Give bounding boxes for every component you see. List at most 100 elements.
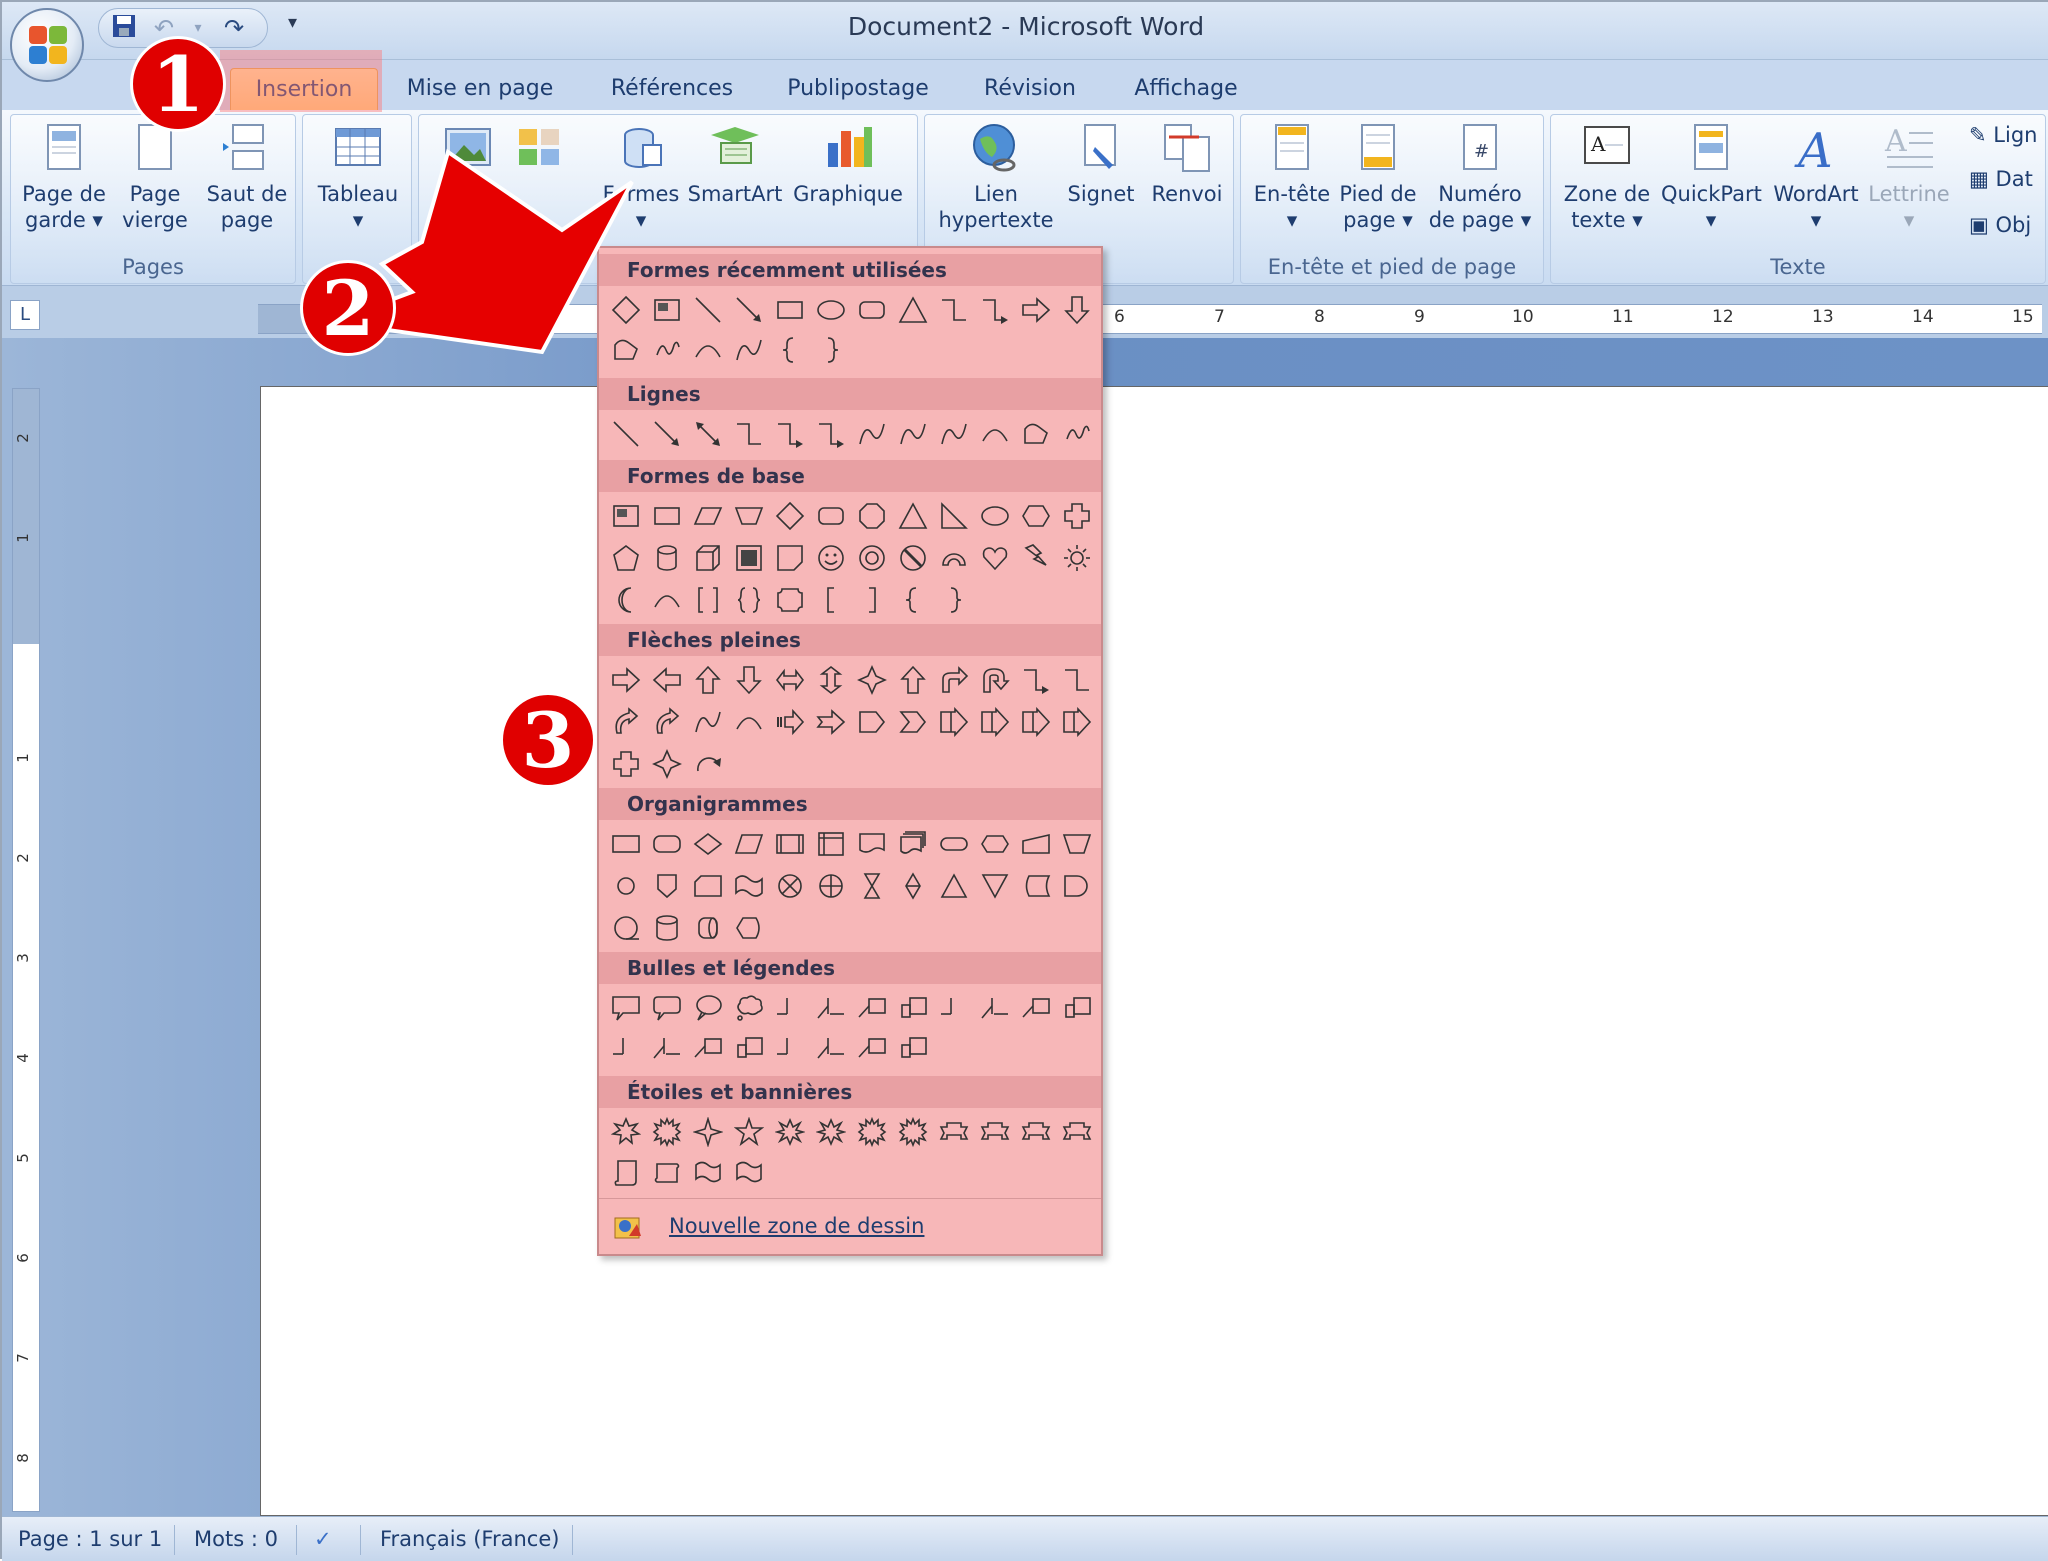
shape-fcstored-icon[interactable] bbox=[1015, 866, 1056, 906]
shape-star4-icon[interactable] bbox=[687, 1112, 728, 1152]
shape-seal16-icon[interactable] bbox=[646, 1112, 687, 1152]
clipart-button[interactable] bbox=[513, 121, 561, 181]
zone-de-texte-button[interactable]: A Zone de texte ▾ bbox=[1559, 121, 1655, 233]
shape-ribbon-icon[interactable] bbox=[1056, 1112, 1097, 1152]
shape-arc-icon[interactable] bbox=[646, 580, 687, 620]
shape-rrect-icon[interactable] bbox=[851, 290, 892, 330]
shape-callLine-icon[interactable] bbox=[933, 988, 974, 1028]
shape-darrow-icon[interactable] bbox=[728, 660, 769, 700]
tab-selector-icon[interactable]: L bbox=[10, 300, 40, 330]
shape-darrow-icon[interactable] bbox=[1056, 290, 1097, 330]
shape-elbow-icon[interactable] bbox=[933, 290, 974, 330]
tableau-button[interactable]: Tableau ▾ bbox=[311, 121, 405, 233]
shape-lbrace-icon[interactable] bbox=[769, 330, 810, 370]
shape-seal16-icon[interactable] bbox=[892, 1112, 933, 1152]
shape-callBorder-icon[interactable] bbox=[892, 1028, 933, 1068]
shape-calloutR-icon[interactable] bbox=[1015, 702, 1056, 742]
shape-circarrow-icon[interactable] bbox=[687, 744, 728, 784]
shape-oval-icon[interactable] bbox=[810, 290, 851, 330]
shape-rect-icon[interactable] bbox=[769, 290, 810, 330]
shape-fcdisplay-icon[interactable] bbox=[728, 908, 769, 948]
shape-homeplate-icon[interactable] bbox=[851, 702, 892, 742]
shape-dblarrow-icon[interactable] bbox=[687, 414, 728, 454]
shape-fcdoc-icon[interactable] bbox=[851, 824, 892, 864]
shape-hexagon-icon[interactable] bbox=[1015, 496, 1056, 536]
shape-fcmanop-icon[interactable] bbox=[1056, 824, 1097, 864]
shape-callBorder-icon[interactable] bbox=[1056, 988, 1097, 1028]
shape-chevron-icon[interactable] bbox=[892, 702, 933, 742]
save-icon[interactable] bbox=[109, 13, 139, 43]
entete-button[interactable]: En-tête ▾ bbox=[1249, 121, 1335, 233]
shape-fcor-icon[interactable] bbox=[810, 866, 851, 906]
shape-blockarc-icon[interactable] bbox=[933, 538, 974, 578]
office-button[interactable] bbox=[10, 8, 84, 82]
shape-fctape-icon[interactable] bbox=[728, 866, 769, 906]
shape-fccollate-icon[interactable] bbox=[851, 866, 892, 906]
shape-ribbon-icon[interactable] bbox=[933, 1112, 974, 1152]
shape-fccard-icon[interactable] bbox=[687, 866, 728, 906]
shape-tri-icon[interactable] bbox=[892, 290, 933, 330]
shape-quad-icon[interactable] bbox=[851, 660, 892, 700]
shape-lightning-icon[interactable] bbox=[1015, 538, 1056, 578]
shape-rbracket-icon[interactable] bbox=[851, 580, 892, 620]
shape-uarrow-icon[interactable] bbox=[687, 660, 728, 700]
shape-fcterm-icon[interactable] bbox=[933, 824, 974, 864]
horizontal-ruler[interactable]: 1 6 7 8 9 10 11 12 13 14 15 bbox=[258, 304, 2042, 334]
tab-revision[interactable]: Révision bbox=[970, 68, 1090, 110]
shape-wave-icon[interactable] bbox=[687, 1152, 728, 1192]
shape-fcalt-icon[interactable] bbox=[646, 824, 687, 864]
shape-callBox-icon[interactable] bbox=[1015, 988, 1056, 1028]
customize-toolbar-icon[interactable]: ▾ bbox=[288, 12, 297, 33]
shape-scribble-icon[interactable] bbox=[1056, 414, 1097, 454]
shape-callBox-icon[interactable] bbox=[851, 1028, 892, 1068]
shape-lbrace-icon[interactable] bbox=[892, 580, 933, 620]
tab-publipostage[interactable]: Publipostage bbox=[778, 68, 938, 110]
shape-fcmultidoc-icon[interactable] bbox=[892, 824, 933, 864]
shape-fcoffpage-icon[interactable] bbox=[646, 866, 687, 906]
pied-de-page-button[interactable]: Pied de page ▾ bbox=[1335, 121, 1421, 233]
shape-rtri-icon[interactable] bbox=[933, 496, 974, 536]
shape-elbow-icon[interactable] bbox=[1056, 660, 1097, 700]
shape-cross-icon[interactable] bbox=[1056, 496, 1097, 536]
document-page[interactable] bbox=[260, 386, 2048, 1516]
shape-curve-icon[interactable] bbox=[851, 414, 892, 454]
shape-oval-icon[interactable] bbox=[974, 496, 1015, 536]
shape-rect-icon[interactable] bbox=[646, 496, 687, 536]
shape-rarrow-icon[interactable] bbox=[605, 660, 646, 700]
shape-curve-icon[interactable] bbox=[728, 330, 769, 370]
shape-fcextract-icon[interactable] bbox=[933, 866, 974, 906]
shape-smiley-icon[interactable] bbox=[810, 538, 851, 578]
shape-callBox-icon[interactable] bbox=[687, 1028, 728, 1068]
new-drawing-canvas-item[interactable]: Nouvelle zone de dessin bbox=[607, 1206, 1097, 1248]
shape-lrarrow-icon[interactable] bbox=[769, 660, 810, 700]
status-page[interactable]: Page : 1 sur 1 bbox=[18, 1527, 162, 1551]
shape-elbow-icon[interactable] bbox=[728, 414, 769, 454]
objet-button[interactable]: ▣ Obj bbox=[1969, 213, 2031, 237]
shape-line-icon[interactable] bbox=[687, 290, 728, 330]
shape-callCloud-icon[interactable] bbox=[728, 988, 769, 1028]
shape-dblbracket-icon[interactable] bbox=[687, 580, 728, 620]
shape-callLine2-icon[interactable] bbox=[974, 988, 1015, 1028]
vertical-ruler[interactable]: 2 1 1 2 3 4 5 6 7 8 bbox=[12, 388, 40, 1512]
shape-fcconn-icon[interactable] bbox=[605, 866, 646, 906]
shape-octagon-icon[interactable] bbox=[851, 496, 892, 536]
shape-callBorder-icon[interactable] bbox=[892, 988, 933, 1028]
shape-pentagon-icon[interactable] bbox=[605, 538, 646, 578]
shape-folded-icon[interactable] bbox=[769, 538, 810, 578]
shape-fcdelay-icon[interactable] bbox=[1056, 866, 1097, 906]
shape-freeform-icon[interactable] bbox=[1015, 414, 1056, 454]
shape-uturn-icon[interactable] bbox=[974, 660, 1015, 700]
shape-elbowarrow-icon[interactable] bbox=[974, 290, 1015, 330]
page-de-garde-button[interactable]: Page de garde ▾ bbox=[19, 121, 109, 233]
shape-calloutR-icon[interactable] bbox=[933, 702, 974, 742]
signet-button[interactable]: Signet bbox=[1059, 121, 1143, 207]
shape-curve-icon[interactable] bbox=[892, 414, 933, 454]
shape-sun-icon[interactable] bbox=[1056, 538, 1097, 578]
lettrine-button[interactable]: A Lettrine ▾ bbox=[1867, 121, 1951, 233]
shape-elbowarrow-icon[interactable] bbox=[810, 414, 851, 454]
smartart-button[interactable]: SmartArt bbox=[687, 121, 783, 207]
shape-arc-icon[interactable] bbox=[974, 414, 1015, 454]
shape-callLine2-icon[interactable] bbox=[646, 1028, 687, 1068]
wordart-button[interactable]: A WordArt ▾ bbox=[1769, 121, 1863, 233]
shape-fcpredef-icon[interactable] bbox=[769, 824, 810, 864]
